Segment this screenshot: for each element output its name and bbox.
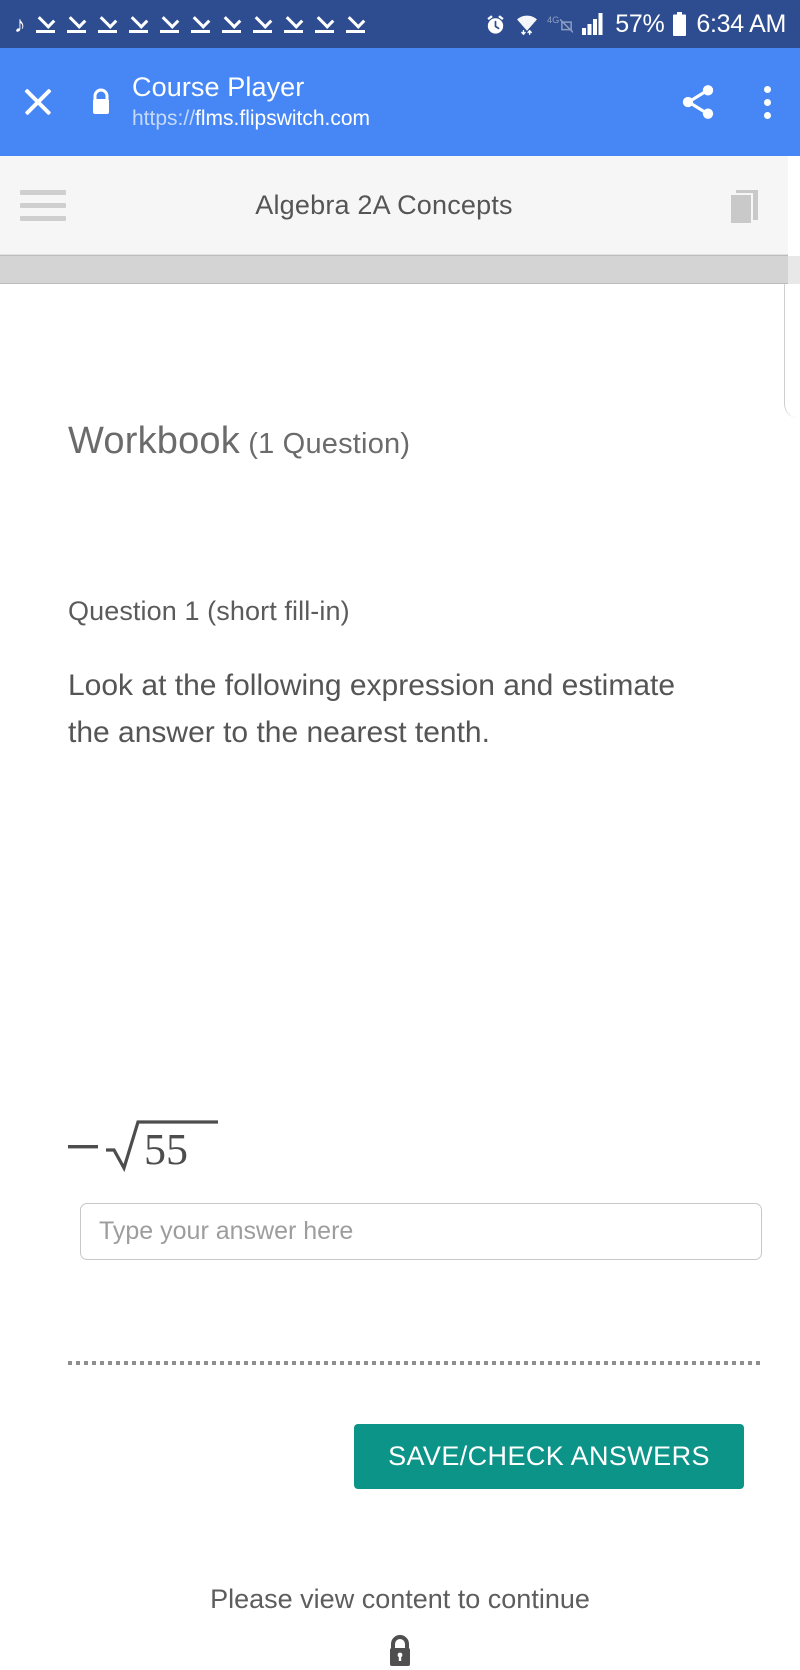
question-label: Question 1 (short fill-in) [68, 596, 350, 626]
book-button[interactable] [702, 156, 788, 255]
overflow-menu-icon [763, 85, 771, 119]
math-expression: 55 [66, 1114, 236, 1179]
status-bar-system-icons: 4G 57% 6:34 AM [484, 10, 786, 39]
progress-sub-bar [0, 255, 788, 284]
share-button[interactable] [662, 48, 734, 156]
custom-tab-toolbar: Course Player https://flms.flipswitch.co… [0, 48, 800, 156]
page-title: Course Player [132, 71, 305, 102]
workbook-title: Workbook [68, 420, 240, 462]
download-complete-icon [159, 12, 181, 36]
answer-input[interactable] [80, 1203, 762, 1260]
download-complete-icon [128, 12, 150, 36]
close-button[interactable] [0, 48, 76, 156]
download-complete-icon [252, 12, 274, 36]
lock-icon [390, 1635, 410, 1666]
download-complete-icon [314, 12, 336, 36]
download-complete-icon [221, 12, 243, 36]
download-complete-icon [283, 12, 305, 36]
battery-percentage: 57% [615, 9, 665, 38]
course-title: Algebra 2A Concepts [255, 189, 513, 220]
question-prompt: Look at the following expression and est… [68, 669, 676, 749]
download-complete-icon [35, 12, 57, 36]
download-complete-icon [345, 12, 367, 36]
download-complete-icon [190, 12, 212, 36]
alarm-clock-icon [487, 14, 504, 34]
url-scheme: https:// [132, 106, 196, 130]
cellular-signal-icon [582, 13, 603, 35]
share-icon [682, 85, 714, 119]
negative-sqrt-55-glyph: 55 [68, 1120, 218, 1174]
course-app-header: Algebra 2A Concepts [0, 156, 788, 255]
url-host: flms.flipswitch.com [195, 106, 371, 130]
lock-icon [93, 88, 109, 114]
download-complete-icon [97, 12, 119, 36]
4g-network-icon: 4G [547, 15, 574, 33]
workbook-question-count: (1 Question) [239, 428, 411, 460]
section-divider [68, 1361, 764, 1365]
radicand-text: 55 [144, 1125, 188, 1174]
locked-content-lock [0, 1632, 800, 1670]
url-block[interactable]: Course Player https://flms.flipswitch.co… [126, 72, 662, 132]
close-icon [21, 85, 55, 119]
overflow-menu-button[interactable] [734, 48, 800, 156]
save-check-answers-button[interactable]: SAVE/CHECK ANSWERS [354, 1424, 744, 1489]
android-status-bar: ♪ 4G 57% 6:34 AM [0, 0, 800, 48]
status-bar-clock: 6:34 AM [696, 9, 786, 38]
wifi-icon [517, 15, 538, 35]
status-bar-notification-icons: ♪ [14, 12, 367, 36]
download-complete-icon [66, 12, 88, 36]
music-note-icon: ♪ [14, 10, 26, 37]
locked-content-message: Please view content to continue [210, 1584, 590, 1614]
svg-text:4G: 4G [547, 15, 559, 25]
workbook-heading: Workbook (1 Question) [68, 420, 410, 463]
battery-icon [673, 12, 687, 36]
security-lock [76, 86, 126, 118]
book-icon [729, 190, 758, 225]
url-text: https://flms.flipswitch.com [132, 105, 662, 132]
